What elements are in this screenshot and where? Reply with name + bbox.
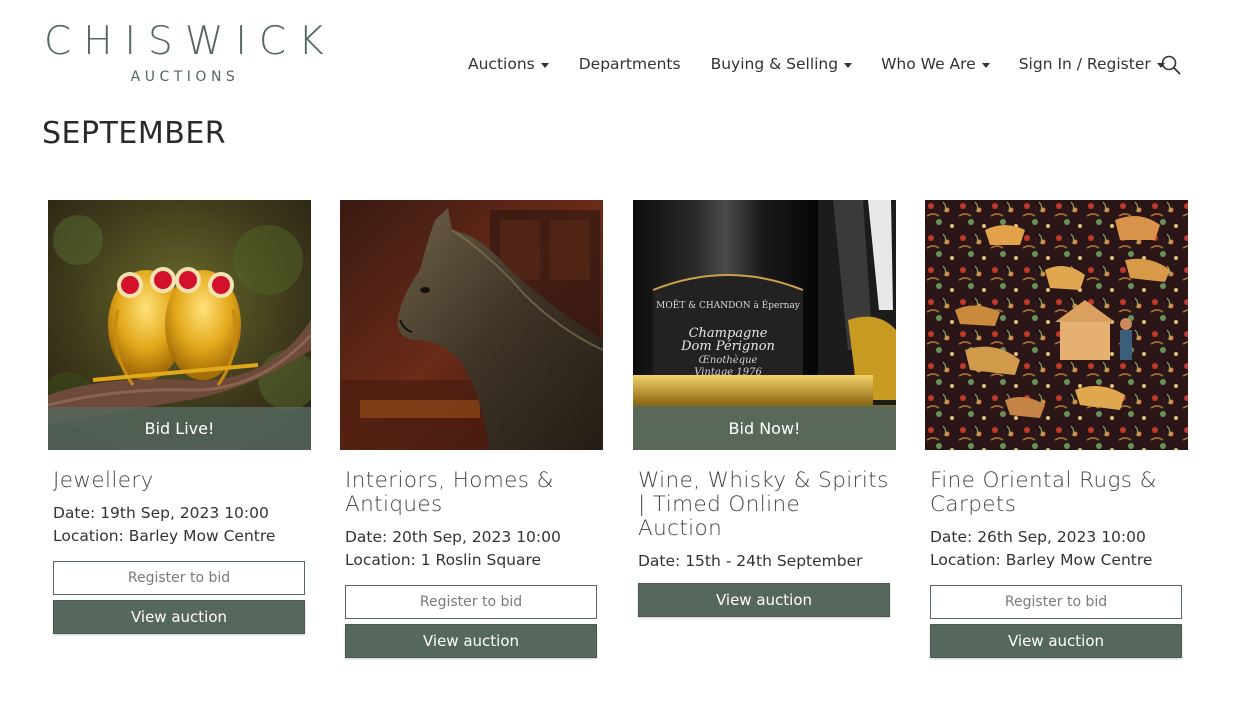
- bid-live-button[interactable]: Bid Live!: [48, 407, 311, 450]
- nav-auctions[interactable]: Auctions: [468, 55, 549, 73]
- logo-main-text: CHISWICK: [44, 19, 336, 64]
- register-to-bid-button[interactable]: Register to bid: [345, 585, 597, 619]
- auction-image-rugs[interactable]: [925, 200, 1188, 450]
- nav-who-we-are[interactable]: Who We Are: [881, 55, 990, 73]
- page-title: SEPTEMBER: [42, 116, 227, 151]
- auction-location: Location: Barley Mow Centre: [930, 551, 1153, 569]
- auction-card: Interiors, Homes & Antiques Date: 20th S…: [340, 200, 603, 658]
- auction-title[interactable]: Interiors, Homes & Antiques: [345, 469, 598, 517]
- auction-title[interactable]: Wine, Whisky & Spirits | Timed Online Au…: [638, 469, 891, 541]
- nav-who-we-are-label: Who We Are: [881, 55, 976, 73]
- auction-image-interiors[interactable]: [340, 200, 603, 450]
- nav-sign-in-label: Sign In / Register: [1018, 55, 1151, 73]
- auction-date: Date: 26th Sep, 2023 10:00: [930, 528, 1146, 546]
- view-auction-button[interactable]: View auction: [638, 583, 890, 617]
- logo-sub-text: AUCTIONS: [130, 69, 240, 85]
- view-auction-button[interactable]: View auction: [930, 624, 1182, 658]
- auction-date: Date: 15th - 24th September: [638, 552, 863, 570]
- auction-title[interactable]: Fine Oriental Rugs & Carpets: [930, 469, 1183, 517]
- nav-buying-selling-label: Buying & Selling: [710, 55, 839, 73]
- search-icon[interactable]: [1161, 55, 1181, 75]
- auction-image-jewellery[interactable]: Bid Live!: [48, 200, 311, 450]
- nav-sign-in-register[interactable]: Sign In / Register: [1019, 55, 1165, 73]
- auction-image-wine[interactable]: MOËT & CHANDON à Épernay Champagne Dom P…: [633, 200, 896, 450]
- register-to-bid-button[interactable]: Register to bid: [930, 585, 1182, 619]
- main-nav: Auctions Departments Buying & Selling Wh…: [468, 55, 1165, 73]
- auction-location: Location: Barley Mow Centre: [53, 527, 276, 545]
- register-to-bid-button[interactable]: Register to bid: [53, 561, 305, 595]
- svg-text:Œnothèque: Œnothèque: [699, 355, 758, 366]
- auction-location: Location: 1 Roslin Square: [345, 551, 542, 569]
- caret-down-icon: [540, 62, 549, 68]
- nav-departments[interactable]: Departments: [579, 55, 681, 73]
- nav-buying-selling[interactable]: Buying & Selling: [711, 55, 853, 73]
- caret-down-icon: [844, 62, 853, 68]
- nav-auctions-label: Auctions: [468, 55, 535, 73]
- auction-title[interactable]: Jewellery: [53, 469, 306, 493]
- svg-text:Dom Pérignon: Dom Pérignon: [680, 339, 775, 354]
- auction-card: MOËT & CHANDON à Épernay Champagne Dom P…: [633, 200, 896, 617]
- view-auction-button[interactable]: View auction: [345, 624, 597, 658]
- nav-departments-label: Departments: [578, 55, 681, 73]
- svg-text:MOËT & CHANDON à Épernay: MOËT & CHANDON à Épernay: [656, 299, 801, 311]
- bid-now-button[interactable]: Bid Now!: [633, 407, 896, 450]
- logo[interactable]: CHISWICK AUCTIONS: [34, 19, 336, 86]
- auction-date: Date: 19th Sep, 2023 10:00: [53, 504, 269, 522]
- auction-card: Bid Live! Jewellery Date: 19th Sep, 2023…: [48, 200, 311, 634]
- caret-down-icon: [981, 62, 990, 68]
- auction-date: Date: 20th Sep, 2023 10:00: [345, 528, 561, 546]
- view-auction-button[interactable]: View auction: [53, 600, 305, 634]
- auction-card: Fine Oriental Rugs & Carpets Date: 26th …: [925, 200, 1188, 658]
